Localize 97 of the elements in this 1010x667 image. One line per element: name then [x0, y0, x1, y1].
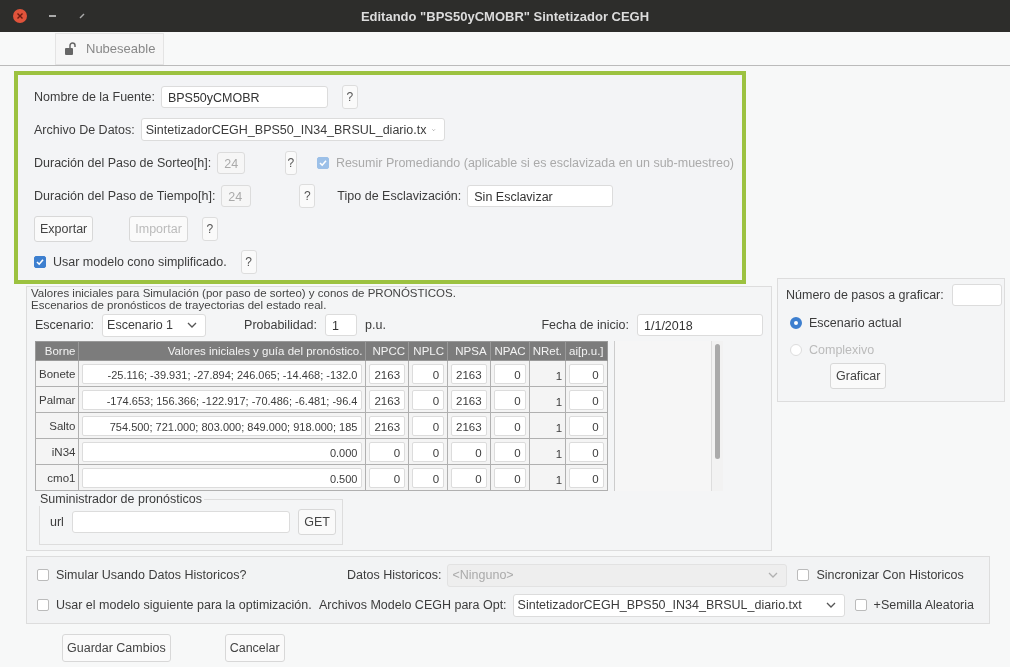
help-button[interactable]: ?: [201, 216, 218, 241]
checkbox[interactable]: [34, 255, 46, 268]
maximize-icon[interactable]: [78, 12, 86, 20]
number-field[interactable]: 0: [493, 467, 526, 488]
get-button[interactable]: GET: [298, 509, 336, 535]
field-label: Nombre de la Fuente:: [34, 89, 155, 104]
number-field[interactable]: 0: [569, 415, 604, 436]
column-header: NPSA: [447, 341, 491, 361]
field-label: Fecha de inicio:: [541, 318, 629, 332]
column-header: NRet.: [529, 341, 566, 361]
help-button[interactable]: ?: [341, 84, 358, 109]
checkbox[interactable]: [37, 599, 49, 611]
field-label: Datos Historicos:: [347, 568, 442, 582]
field-label: Duración del Paso de Tiempo[h]:: [34, 188, 216, 203]
checkbox-label: Usar modelo cono simplificado.: [53, 254, 227, 269]
number-field[interactable]: 0: [412, 389, 445, 410]
values-field[interactable]: 0.000: [82, 441, 363, 462]
file-dropdown[interactable]: SintetizadorCEGH_BPS50_IN34_BRSUL_diario.txt: [512, 593, 845, 617]
number-field[interactable]: 0: [569, 363, 604, 384]
column-header: Borne: [35, 341, 79, 361]
values-field[interactable]: -25.116; -39.931; -27.894; 246.065; -14.468; -132.0: [82, 363, 363, 384]
checkbox-label: Simular Usando Datos Historicos?: [56, 568, 247, 582]
checkbox-label: Sincronizar Con Historicos: [816, 568, 964, 582]
steps-field[interactable]: [951, 284, 1002, 306]
number-field[interactable]: 0: [369, 441, 406, 462]
checkbox[interactable]: [37, 569, 49, 581]
values-field[interactable]: -174.653; 156.366; -122.917; -70.486; -6.481; -96.4: [82, 389, 363, 410]
graph-button[interactable]: Graficar: [830, 363, 887, 389]
panel-title: Escenarios de pronósticos de trayectorias del estado real.: [31, 299, 328, 311]
column-header: Valores iniciales y guía del pronóstico.: [78, 341, 366, 361]
values-field[interactable]: 754.500; 721.000; 803.000; 849.000; 918.000; 185: [82, 415, 363, 436]
scenario-dropdown[interactable]: Escenario 1: [102, 313, 207, 337]
column-header: ai[p.u.]: [565, 341, 608, 361]
column-header: NPCC: [365, 341, 409, 361]
name-field[interactable]: BPS50yCMOBR: [160, 85, 328, 108]
save-button[interactable]: Guardar Cambios: [62, 634, 171, 662]
minimize-icon[interactable]: [48, 14, 58, 18]
field-label: Escenario:: [35, 318, 95, 332]
panel-title: Valores iniciales para Simulación (por paso de sorteo) y conos de PRONÓSTICOS.: [31, 287, 457, 299]
column-header: NPLC: [408, 341, 448, 361]
table-cell: Bonete: [35, 360, 79, 387]
number-field[interactable]: 0: [493, 441, 526, 462]
number-field[interactable]: 2163: [451, 363, 487, 384]
number-field[interactable]: 0: [412, 441, 445, 462]
checkbox[interactable]: [854, 599, 867, 611]
checkbox-label: Usar el modelo siguiente para la optimización.: [56, 598, 312, 612]
number-field[interactable]: 0: [412, 363, 445, 384]
radio-button[interactable]: [790, 316, 802, 329]
number-field[interactable]: 0: [569, 389, 604, 410]
number-field[interactable]: 0: [493, 363, 526, 384]
values-field[interactable]: 0.500: [82, 467, 363, 488]
checkbox-label: Resumir Promediando (aplicable si es esclavizada en un sub-muestreo): [335, 155, 734, 170]
caret-icon: [768, 572, 779, 578]
column-header: NPAC: [490, 341, 530, 361]
panel-title: Suministrador de pronósticos: [38, 492, 204, 506]
number-field[interactable]: 0: [451, 467, 487, 488]
number-field[interactable]: 0: [493, 415, 526, 436]
number-field[interactable]: 0: [369, 467, 406, 488]
field-label: Probabilidad:: [244, 318, 318, 332]
help-button[interactable]: ?: [240, 249, 257, 274]
checkbox[interactable]: [797, 569, 810, 581]
caret-icon: [187, 322, 198, 328]
field-label: Duración del Paso de Sorteo[h]:: [34, 155, 212, 170]
number-field[interactable]: 2163: [369, 415, 406, 436]
close-icon[interactable]: [12, 8, 28, 24]
unit-label: p.u.: [365, 318, 386, 332]
padlock-icon: [64, 41, 78, 56]
start-date-field[interactable]: 1/1/2018: [637, 314, 763, 336]
number-field[interactable]: 0: [493, 389, 526, 410]
number-field[interactable]: 2163: [451, 415, 487, 436]
window-title: Editando "BPS50yCMOBR" Sintetizador CEGH: [359, 8, 651, 24]
file-dropdown[interactable]: SintetizadorCEGH_BPS50_IN34_BRSUL_diario.tx: [140, 118, 445, 141]
table-cell: Palmar: [35, 386, 79, 413]
export-button[interactable]: Exportar: [34, 215, 94, 242]
table-cell: iN34: [35, 438, 79, 465]
field-label: Archivo De Datos:: [34, 122, 135, 137]
scrollbar-thumb[interactable]: [714, 344, 720, 459]
checkbox-label: +Semilla Aleatoria: [873, 598, 974, 612]
field-label: Tipo de Esclavización:: [337, 188, 462, 203]
field-label: url: [50, 515, 64, 529]
caret-icon: [825, 602, 836, 608]
number-field[interactable]: 0: [569, 441, 604, 462]
number-field[interactable]: 0: [412, 415, 445, 436]
table-cell: cmo1: [35, 464, 79, 491]
field-label: Archivos Modelo CEGH para Opt:: [319, 598, 507, 612]
number-field[interactable]: 2163: [369, 389, 406, 410]
probability-field[interactable]: 1: [325, 314, 358, 336]
url-field[interactable]: [71, 511, 291, 533]
radio-option[interactable]: Escenario actual: [782, 309, 1004, 336]
table-cell: Salto: [35, 412, 79, 439]
number-field[interactable]: 0: [451, 441, 487, 462]
number-field[interactable]: 0: [412, 467, 445, 488]
field-label: Número de pasos a graficar:: [786, 288, 944, 302]
number-field[interactable]: 2163: [369, 363, 406, 384]
number-field[interactable]: 2163: [451, 389, 487, 410]
number-field[interactable]: 0: [569, 467, 604, 488]
cancel-button[interactable]: Cancelar: [224, 634, 285, 662]
